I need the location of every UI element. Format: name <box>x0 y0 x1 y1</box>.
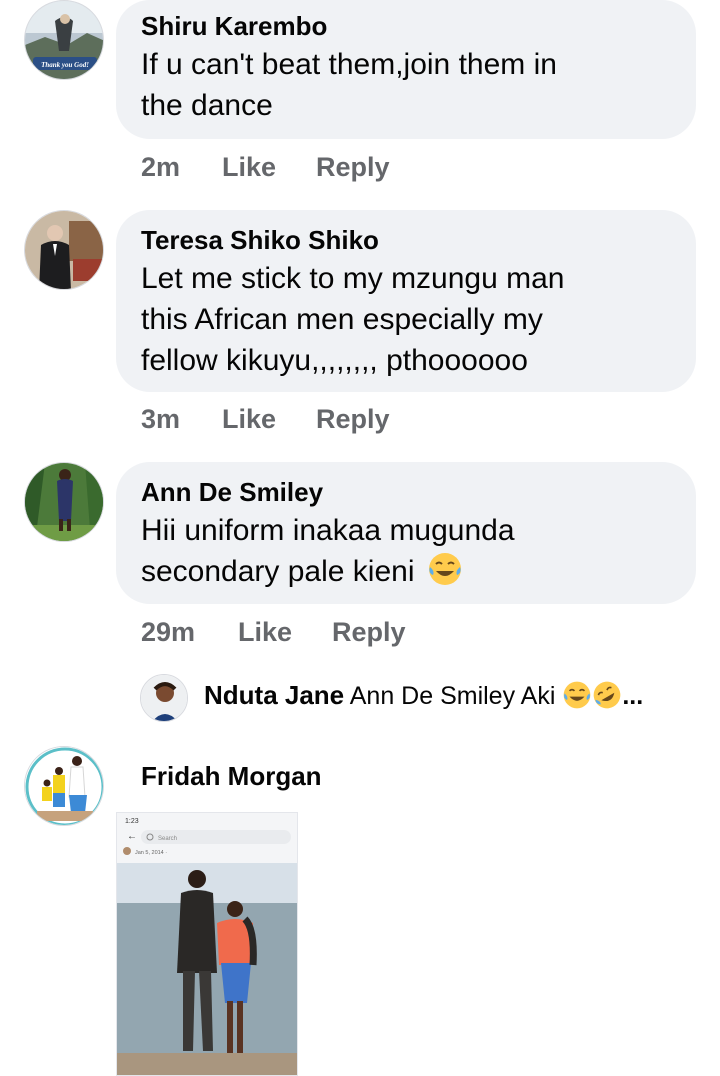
avatar[interactable]: Thank you God! <box>24 0 104 80</box>
comment-author[interactable]: Fridah Morgan <box>141 760 322 792</box>
reply-author[interactable]: Nduta Jane <box>204 680 344 710</box>
comment-text-line: Let me stick to my mzungu man <box>141 262 565 295</box>
comment-author[interactable]: Ann De Smiley <box>141 476 672 508</box>
comment-author[interactable]: Teresa Shiko Shiko <box>141 224 672 256</box>
like-button[interactable]: Like <box>222 404 276 435</box>
reply-avatar[interactable] <box>140 674 188 722</box>
face-with-tears-of-joy-icon <box>563 681 591 709</box>
comment-text-line: this African men especially my <box>141 303 543 336</box>
comment-bubble[interactable]: Ann De Smiley Hii uniform inakaa mugunda… <box>116 462 696 604</box>
avatar[interactable] <box>24 462 104 542</box>
comment-text: If u can't beat them,join them in the da… <box>141 44 672 126</box>
avatar-image: Thank you God! <box>25 1 103 79</box>
comment-text: Hii uniform inakaa mugunda secondary pal… <box>141 510 672 592</box>
rolling-on-floor-laughing-icon <box>593 681 621 709</box>
reply-preview[interactable]: Nduta Jane Ann De Smiley Aki ... <box>140 672 700 722</box>
comment-text: Let me stick to my mzungu man this Afric… <box>141 258 672 381</box>
comment-text-line: fellow kikuyu,,,,,,,, pthoooooo <box>141 344 528 377</box>
like-button[interactable]: Like <box>222 152 276 183</box>
avatar-image <box>25 211 103 289</box>
comment-author[interactable]: Shiru Karembo <box>141 10 672 42</box>
search-placeholder: Search <box>158 836 177 842</box>
comment-timestamp[interactable]: 2m <box>141 152 180 183</box>
reply-snippet: Ann De Smiley Aki <box>349 682 556 710</box>
reply-ellipsis: ... <box>622 682 644 710</box>
comment-timestamp[interactable]: 29m <box>141 617 195 648</box>
comment-text-line: secondary pale kieni <box>141 551 672 592</box>
reply-button[interactable]: Reply <box>316 404 390 435</box>
face-with-tears-of-joy-icon <box>428 553 461 585</box>
comment-bubble[interactable]: Teresa Shiko Shiko Let me stick to my mz… <box>116 210 696 392</box>
attachment-photo: 1:23 ← Search Jan 5, 2014 · <box>117 813 297 1075</box>
comment-text-line-content: secondary pale kieni <box>141 555 415 588</box>
back-arrow-icon: ← <box>127 831 137 842</box>
avatar-image <box>141 675 187 721</box>
like-button[interactable]: Like <box>238 617 292 648</box>
post-date: Jan 5, 2014 · <box>135 850 167 856</box>
comment-text-line: If u can't beat them,join them in <box>141 48 557 81</box>
reply-button[interactable]: Reply <box>332 617 406 648</box>
avatar[interactable] <box>24 210 104 290</box>
reply-text: Nduta Jane Ann De Smiley Aki ... <box>204 680 643 711</box>
avatar[interactable] <box>24 746 104 826</box>
avatar-caption: Thank you God! <box>41 61 89 69</box>
comment-text-line: Hii uniform inakaa mugunda <box>141 514 515 547</box>
status-bar-time: 1:23 <box>125 818 139 825</box>
comment-timestamp[interactable]: 3m <box>141 404 180 435</box>
comment-attachment-image[interactable]: 1:23 ← Search Jan 5, 2014 · <box>116 812 298 1076</box>
comment-bubble[interactable]: Shiru Karembo If u can't beat them,join … <box>116 0 696 139</box>
reply-button[interactable]: Reply <box>316 152 390 183</box>
avatar-image <box>25 747 103 825</box>
comment-text-line: the dance <box>141 89 273 122</box>
avatar-image <box>25 463 103 541</box>
